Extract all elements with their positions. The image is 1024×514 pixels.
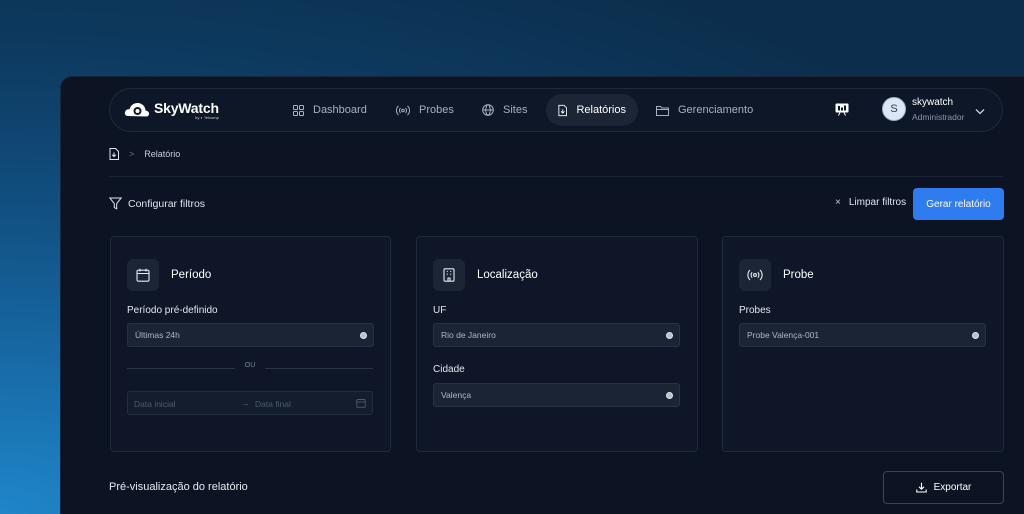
- nav-item-sites[interactable]: Sites: [482, 94, 527, 126]
- divider: [109, 176, 1003, 177]
- breadcrumb-separator: >: [129, 149, 135, 159]
- skywatch-logo[interactable]: SkyWatch by ◐ Telcomp: [124, 99, 219, 121]
- period-title: Período: [171, 269, 212, 281]
- location-card: Localização UF Rio de Janeiro Cidade Val…: [416, 236, 698, 452]
- nav-item-dashboard[interactable]: Dashboard: [293, 94, 367, 126]
- location-title: Localização: [477, 269, 538, 281]
- report-file-icon[interactable]: [109, 148, 119, 160]
- probe-title: Probe: [783, 269, 814, 281]
- nav-label-probes: Probes: [419, 104, 454, 116]
- nav-item-probes[interactable]: Probes: [396, 94, 454, 126]
- probes-value: Probe Valença-001: [747, 330, 820, 340]
- breadcrumb: > Relatório: [109, 147, 180, 161]
- globe-icon: [482, 104, 494, 116]
- preset-period-label: Período pré-definido: [127, 305, 218, 316]
- breadcrumb-current: Relatório: [144, 149, 181, 159]
- export-label: Exportar: [933, 482, 972, 493]
- logo-subtitle: by ◐ Telcomp: [195, 114, 219, 120]
- probes-select[interactable]: Probe Valença-001: [739, 323, 986, 347]
- notification-report-icon[interactable]: [835, 102, 851, 118]
- configure-filters-label: Configurar filtros: [128, 197, 206, 210]
- end-date-placeholder: Data final: [255, 399, 291, 409]
- period-card: Período Período pré-definido Últimas 24h…: [110, 236, 391, 452]
- or-divider: OU: [127, 362, 373, 374]
- user-role: Administrador: [912, 112, 965, 122]
- uf-label: UF: [433, 305, 447, 316]
- logo-title: SkyWatch: [154, 99, 219, 116]
- city-label: Cidade: [433, 364, 465, 375]
- select-indicator-icon: [360, 332, 367, 339]
- calendar-icon: [127, 259, 159, 291]
- avatar: S: [882, 97, 906, 121]
- chevron-down-icon[interactable]: [975, 102, 985, 120]
- select-indicator-icon: [972, 332, 979, 339]
- date-range-input[interactable]: Data inicial → Data final: [127, 391, 373, 415]
- configure-filters-button[interactable]: Configurar filtros: [109, 197, 205, 210]
- nav-item-relatorios[interactable]: Relatórios: [546, 94, 638, 126]
- grid-icon: [293, 104, 304, 116]
- filter-icon: [109, 197, 122, 210]
- logo-icon: [124, 99, 150, 121]
- user-name: skywatch: [912, 97, 954, 108]
- start-date-placeholder: Data inicial: [134, 399, 176, 409]
- nav-label-relatorios: Relatórios: [576, 104, 626, 116]
- user-menu[interactable]: S skywatch Administrador: [882, 96, 1002, 126]
- select-indicator-icon: [666, 392, 673, 399]
- probe-card: Probe Probes Probe Valença-001: [722, 236, 1004, 452]
- uf-select[interactable]: Rio de Janeiro: [433, 323, 680, 347]
- download-icon: [915, 482, 927, 493]
- nav-item-gerenciamento[interactable]: Gerenciamento: [656, 94, 753, 126]
- probes-label: Probes: [739, 305, 771, 316]
- preset-period-value: Últimas 24h: [135, 330, 180, 340]
- calendar-icon[interactable]: [356, 398, 366, 408]
- select-indicator-icon: [666, 332, 673, 339]
- export-button[interactable]: Exportar: [883, 471, 1004, 504]
- app-window: SkyWatch by ◐ Telcomp Dashboard Probes S…: [60, 76, 1024, 514]
- clear-filters-button[interactable]: × Limpar filtros: [835, 197, 906, 208]
- clear-filters-label: Limpar filtros: [848, 197, 907, 208]
- building-icon: [433, 259, 465, 291]
- uf-value: Rio de Janeiro: [441, 330, 496, 340]
- broadcast-icon: [396, 105, 410, 115]
- nav-label-sites: Sites: [503, 104, 528, 116]
- generate-report-button[interactable]: Gerar relatório: [913, 188, 1004, 220]
- nav-label-gerenciamento: Gerenciamento: [678, 104, 754, 116]
- report-file-icon: [558, 104, 568, 116]
- folder-icon: [656, 105, 669, 116]
- report-preview-title: Pré-visualização do relatório: [109, 481, 248, 493]
- top-navigation-bar: SkyWatch by ◐ Telcomp Dashboard Probes S…: [109, 88, 1003, 132]
- close-icon: ×: [835, 197, 841, 208]
- city-value: Valença: [441, 390, 472, 400]
- broadcast-icon: [739, 259, 771, 291]
- range-arrow-icon: →: [241, 398, 250, 408]
- city-select[interactable]: Valença: [433, 383, 680, 407]
- nav-label-dashboard: Dashboard: [313, 104, 367, 116]
- preset-period-select[interactable]: Últimas 24h: [127, 323, 374, 347]
